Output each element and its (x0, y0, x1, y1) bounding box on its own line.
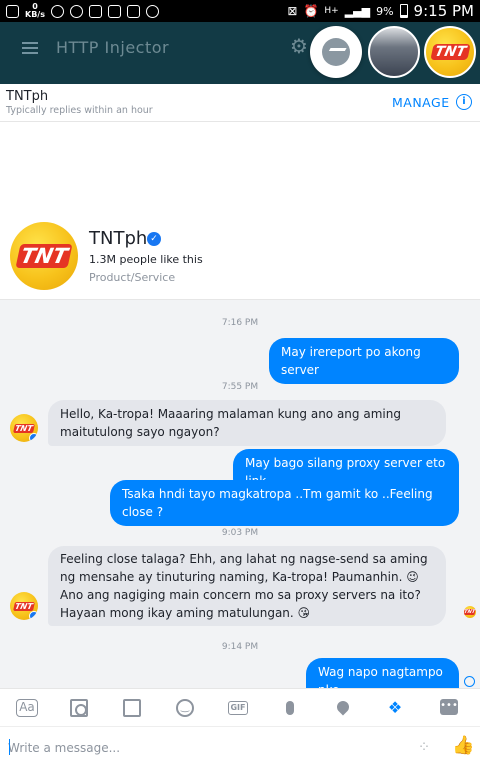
apps-icon[interactable]: ⁘ (416, 739, 432, 755)
app-title: HTTP Injector (56, 38, 170, 57)
chat-panel: TNTph Typically replies within an hour M… (0, 84, 480, 768)
like-icon[interactable]: 👍 (452, 736, 474, 756)
gif-button[interactable]: GIF (228, 701, 248, 715)
status-bar: 0 KB/s ⊠ ⏰ H+ ▂▄▆ 9% 9:15 PM (0, 0, 480, 22)
page-likes: 1.3M people like this (89, 253, 203, 266)
message-list[interactable]: 7:16 PM May irereport po akong server 7:… (0, 300, 480, 704)
net-speed-unit: KB/s (25, 10, 45, 19)
info-icon[interactable]: i (456, 94, 472, 110)
battery-icon (399, 4, 408, 18)
page-avatar[interactable]: TNT (10, 222, 78, 290)
messenger-chat-head[interactable] (310, 26, 362, 78)
gallery-icon[interactable] (123, 699, 141, 717)
incoming-message[interactable]: Hello, Ka-tropa! Maaaring malaman kung a… (48, 400, 446, 446)
sent-status-icon (464, 676, 475, 687)
more-icon[interactable]: ••• (440, 699, 458, 715)
page-card: TNT TNTph ✓ 1.3M people like this Produc… (0, 122, 480, 300)
alarm-icon: ⏰ (303, 4, 319, 18)
dropbox-icon[interactable]: ❖ (386, 699, 404, 717)
tnt-chat-head-logo: TNT (429, 44, 471, 60)
outgoing-message[interactable]: May irereport po akong server (269, 338, 459, 384)
messenger-badge-icon (29, 611, 38, 620)
manage-button[interactable]: MANAGE (392, 95, 450, 110)
messenger-icon (322, 38, 350, 66)
timestamp: 9:14 PM (221, 642, 259, 652)
sender-avatar[interactable]: TNT (10, 592, 38, 620)
sender-avatar-logo: TNT (13, 601, 35, 611)
timestamp: 7:16 PM (221, 318, 259, 328)
verified-badge-icon: ✓ (147, 232, 161, 246)
sender-avatar[interactable]: TNT (10, 414, 38, 442)
response-time: Typically replies within an hour (6, 105, 153, 116)
sync-icon (69, 4, 83, 18)
instagram-notification-icon (107, 4, 121, 18)
camera-icon[interactable] (70, 699, 88, 717)
instagram-notification-icon-2 (126, 4, 140, 18)
clock: 9:15 PM (413, 2, 474, 20)
message-input[interactable] (8, 737, 388, 759)
page-name[interactable]: TNTph (89, 228, 147, 249)
network-type: H+ (324, 6, 339, 16)
sticker-icon[interactable]: ‿ (176, 699, 194, 717)
location-icon[interactable] (334, 698, 352, 716)
signal-icon: ▂▄▆ (344, 4, 371, 18)
read-receipt-avatar: TNT (464, 606, 476, 618)
group-chat-head[interactable] (368, 26, 420, 78)
incoming-message[interactable]: Feeling close talaga? Ehh, ang lahat ng … (48, 546, 446, 626)
sender-avatar-logo: TNT (13, 423, 35, 433)
status-bar-left-icons: 0 KB/s (6, 3, 159, 19)
vpn-key-icon (50, 4, 64, 18)
conversation-name[interactable]: TNTph (6, 89, 48, 104)
battery-percent: 9% (376, 4, 394, 18)
menu-icon[interactable] (22, 42, 38, 54)
chat-header: TNTph Typically replies within an hour M… (0, 84, 480, 122)
outgoing-message[interactable]: Tsaka hndi tayo magkatropa ..Tm gamit ko… (110, 480, 459, 526)
gallery-notification-icon (88, 4, 102, 18)
microphone-icon[interactable] (286, 701, 294, 715)
net-speed-indicator: 0 KB/s (25, 3, 45, 19)
tnt-chat-head[interactable]: TNT (424, 26, 476, 78)
messenger-badge-icon (29, 433, 38, 442)
gear-icon[interactable]: ⚙ (290, 34, 308, 58)
composer-toolbar: Aa ‿ GIF ❖ ••• (0, 688, 480, 726)
mute-icon: ⊠ (287, 4, 298, 18)
page-category: Product/Service (89, 271, 176, 284)
read-receipt-logo: TNT (464, 609, 476, 615)
compose-bar: ⁘ 👍 (0, 726, 480, 768)
timestamp: 9:03 PM (221, 528, 259, 538)
facebook-notification-icon (6, 4, 19, 18)
text-style-button[interactable]: Aa (16, 699, 38, 717)
page-avatar-logo: TNT (15, 244, 73, 268)
status-bar-right: ⊠ ⏰ H+ ▂▄▆ 9% 9:15 PM (287, 2, 474, 20)
cloud-off-icon (145, 4, 159, 18)
timestamp: 7:55 PM (221, 382, 259, 392)
text-cursor (9, 739, 10, 755)
